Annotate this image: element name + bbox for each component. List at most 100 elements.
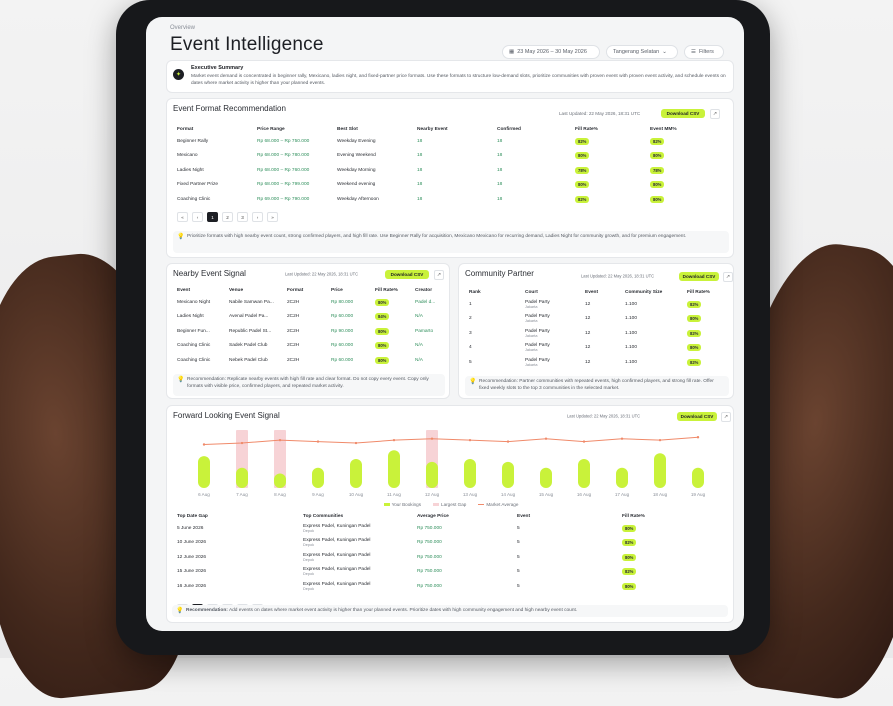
location-select[interactable]: Tangerang Selatan ⌄ <box>606 45 678 59</box>
table-row[interactable]: 1 Padel Party Jakarta 12 1.100 82% <box>469 297 727 312</box>
date-gap-table: Top Date Gap Top Communities Average Pri… <box>177 514 729 594</box>
column-header[interactable]: Price <box>331 288 375 295</box>
download-csv-button[interactable]: Download CSV <box>677 412 717 421</box>
table-row[interactable]: Coaching Clinic Rp 69.000 – Rp 790.000 W… <box>177 192 729 207</box>
community-note-text: Recommendation: Partner communities with… <box>479 379 714 391</box>
event-cell: Ladies Night <box>177 314 204 320</box>
column-header[interactable]: Format <box>177 127 257 134</box>
table-row[interactable]: Beginner Rally Rp 68.000 – Rp 750.000 We… <box>177 134 729 149</box>
page-button-2[interactable]: 2 <box>222 212 233 222</box>
next-page-button[interactable]: › <box>252 212 263 222</box>
x-tick-label: 17 Aug <box>615 492 630 497</box>
table-row[interactable]: 5 June 2026 Express Padel, Kuningan Pade… <box>177 521 729 536</box>
table-row[interactable]: Coaching Clinic Sadek Padel Club 2C2H Rp… <box>177 339 445 354</box>
download-csv-button[interactable]: Download CSV <box>679 272 719 281</box>
format-cell: Ladies Night <box>177 167 204 173</box>
column-header[interactable]: Format <box>287 288 331 295</box>
price-cell: Rp 68.000 – Rp 780.000 <box>257 153 310 159</box>
table-row[interactable]: 10 June 2026 Express Padel, Kuningan Pad… <box>177 536 729 551</box>
column-header[interactable]: Price Range <box>257 127 337 134</box>
column-header[interactable]: Event <box>585 290 625 297</box>
rank-cell: 2 <box>469 316 472 322</box>
table-row[interactable]: Ladies Night Avenal Padel Pa... 2C2H Rp … <box>177 310 445 325</box>
column-header[interactable]: Rank <box>469 290 525 297</box>
expand-icon[interactable]: ↗ <box>723 272 733 282</box>
booking-bar <box>350 459 362 488</box>
price-cell: Rp 69.000 – Rp 790.000 <box>257 196 310 202</box>
column-header[interactable]: Event <box>177 288 229 295</box>
date-range-picker[interactable]: ▦ 23 May 2026 – 30 May 2026 <box>502 45 600 59</box>
column-header[interactable]: Top Date Gap <box>177 514 303 521</box>
column-header[interactable]: Event <box>517 514 622 521</box>
x-tick-label: 14 Aug <box>501 492 516 497</box>
filters-button[interactable]: ☰ Filters <box>684 45 724 59</box>
column-header[interactable]: Average Price <box>417 514 517 521</box>
community-cell: Express Padel, Kuningan Padel Depok <box>303 536 417 551</box>
fill-rate-badge: 78% <box>575 166 590 174</box>
download-csv-button[interactable]: Download CSV <box>661 109 705 118</box>
filter-icon: ☰ <box>691 49 696 55</box>
price-cell: Rp 68.000 – Rp 799.000 <box>257 182 310 188</box>
column-header[interactable]: Top Communities <box>303 514 417 521</box>
column-header[interactable]: Fill Rate% <box>687 290 727 297</box>
table-row[interactable]: Coaching Clinic Nebek Padel Club 2C2H Rp… <box>177 353 445 368</box>
table-row[interactable]: 5 Padel Party Jakarta 12 1.100 82% <box>469 355 727 370</box>
price-cell: Rp 68.000 – Rp 750.000 <box>257 138 310 144</box>
first-page-button[interactable]: « <box>177 212 188 222</box>
table-row[interactable]: 4 Padel Party Jakarta 12 1.100 80% <box>469 341 727 356</box>
table-row[interactable]: 3 Padel Party Jakarta 12 1.100 82% <box>469 326 727 341</box>
chart-legend: Your Bookings Largest Gap Market Average <box>167 502 735 507</box>
table-row[interactable]: Fixed Partner Prize Rp 68.000 – Rp 799.0… <box>177 178 729 193</box>
table-row[interactable]: 2 Padel Party Jakarta 12 1.100 80% <box>469 312 727 327</box>
market-average-point <box>658 438 662 442</box>
last-page-button[interactable]: » <box>267 212 278 222</box>
lightbulb-icon: 💡 <box>469 379 477 385</box>
fill-rate-badge: 84% <box>375 313 390 321</box>
x-tick-label: 15 Aug <box>539 492 554 497</box>
event-cell: 12 <box>585 316 591 322</box>
prev-page-button[interactable]: ‹ <box>192 212 203 222</box>
booking-bar <box>274 473 286 488</box>
table-row[interactable]: Mexicano Rp 68.000 – Rp 780.000 Evening … <box>177 149 729 164</box>
table-row[interactable]: Mexicano Night Nabile Samwan Pa... 2C2H … <box>177 295 445 310</box>
column-header[interactable]: Fill Rate% <box>575 127 650 134</box>
confirmed-cell: 18 <box>497 196 503 202</box>
confirmed-cell: 18 <box>497 153 503 159</box>
table-row[interactable]: 12 June 2026 Express Padel, Kuningan Pad… <box>177 550 729 565</box>
x-tick-label: 13 Aug <box>463 492 478 497</box>
booking-bar <box>464 459 476 488</box>
insight-icon: ✦ <box>173 69 184 80</box>
location-text: Tangerang Selatan <box>613 49 660 55</box>
creator-cell: N/A <box>415 314 423 320</box>
column-header[interactable]: Best Slot <box>337 127 417 134</box>
market-average-point <box>506 440 510 443</box>
size-cell: 1.100 <box>625 345 638 351</box>
column-header[interactable]: Venue <box>229 288 287 295</box>
expand-icon[interactable]: ↗ <box>434 270 444 280</box>
column-header[interactable]: Creator <box>415 288 445 295</box>
court-city: Jakarta <box>525 333 538 338</box>
download-csv-button[interactable]: Download CSV <box>385 270 429 279</box>
column-header[interactable]: Confirmed <box>497 127 575 134</box>
column-header[interactable]: Event MM% <box>650 127 729 134</box>
rank-cell: 5 <box>469 359 472 365</box>
column-header[interactable]: Fill Rate% <box>375 288 415 295</box>
table-row[interactable]: Beginner Fun... Republic Padel St... 2C2… <box>177 324 445 339</box>
column-header[interactable]: Court <box>525 290 585 297</box>
column-header[interactable]: Fill Rate% <box>622 514 729 521</box>
nearby-event-card: Nearby Event Signal Last Updated: 22 May… <box>166 263 450 399</box>
page-button-1[interactable]: 1 <box>207 212 218 222</box>
table-row[interactable]: Ladies Night Rp 68.000 – Rp 760.000 Week… <box>177 163 729 178</box>
format-cell: 2C2H <box>287 314 300 320</box>
event-cell: 5 <box>517 540 520 546</box>
fill-rate-badge: 82% <box>687 329 702 337</box>
expand-icon[interactable]: ↗ <box>721 412 731 422</box>
column-header[interactable]: Nearby Event <box>417 127 497 134</box>
table-row[interactable]: 15 June 2026 Express Padel, Kuningan Pad… <box>177 565 729 580</box>
community-city: Depok <box>303 586 314 591</box>
page-button-3[interactable]: 3 <box>237 212 248 222</box>
court-cell: Padel Party Jakarta <box>525 341 585 356</box>
column-header[interactable]: Community Size <box>625 290 687 297</box>
table-row[interactable]: 16 June 2026 Express Padel, Kuningan Pad… <box>177 579 729 594</box>
expand-icon[interactable]: ↗ <box>710 109 720 119</box>
